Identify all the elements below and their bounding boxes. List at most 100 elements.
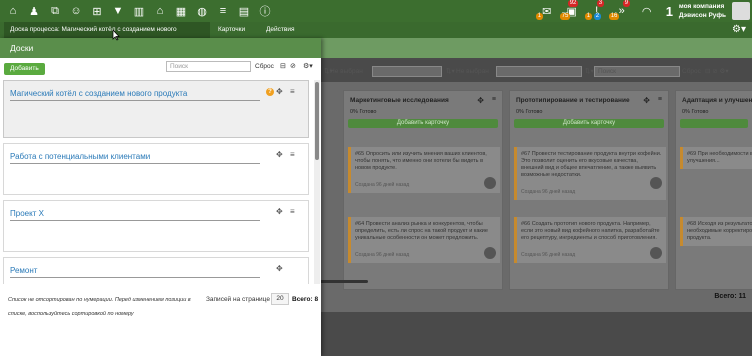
menu-icon[interactable]: ≡ [290,150,295,159]
move-icon[interactable]: ✥ [477,96,484,105]
globe-icon[interactable]: ◍ [194,3,210,19]
list-item[interactable]: Работа с потенциальными клиентами ✥ ≡ [3,143,309,195]
menu-icon[interactable]: ≡ [290,207,295,216]
card-meta: Создана 96 дней назад [355,182,410,188]
org-chart-icon[interactable]: ♟ [26,3,42,19]
card[interactable]: #68 Исходя из результатов тестирования..… [680,217,752,246]
tab-actions[interactable]: Действия [260,22,300,38]
filter-icon[interactable]: ▼ [110,3,126,19]
move-icon[interactable]: ✥ [276,207,283,216]
add-card-button[interactable] [680,119,748,128]
mail-icon[interactable]: ✉ 1 [535,3,555,20]
move-icon[interactable]: ✥ [276,150,283,159]
add-card-button[interactable]: Добавить карточку [514,119,664,128]
mouse-cursor-icon [112,30,120,41]
avatar [484,247,496,259]
home-icon[interactable]: ⌂ [5,3,21,19]
menu-icon[interactable]: ≡ [658,96,662,103]
panel-toolbar: Добавить Поиск Сброс ⊟ ⊘ ⚙▾ [0,58,321,80]
exclaim-extra-badge: 16 [608,13,620,20]
tab-board-process[interactable]: Доска процесса: Магический котёл с созда… [4,22,210,49]
bell-cap-icon[interactable]: ⌂ [152,3,168,19]
user-info[interactable]: моя компания Дэвисон Руфь [679,2,726,20]
board-title[interactable]: Ремонт [10,266,260,278]
exclamation-icon[interactable]: ! 3 1 2 [584,0,605,20]
save-icon[interactable]: ⊟ [280,61,286,72]
column-title: Адаптация и улучшение [682,97,752,104]
avatar [650,247,662,259]
card[interactable]: #65 Опросить или изучить мнения ваших кл… [348,147,500,193]
sort-note: Список не отсортирован по нумерации. Пер… [8,297,191,317]
exclaim-right-badge: 2 [593,13,602,20]
board-search-placeholder: Поиск [598,68,617,75]
top-navigation-bar: ⌂ ♟ ⧉ ☺ ⊞ ▼ ▥ ⌂ ▦ ◍ ≡ ▤ ⓘ ✉ 1 ▣ 92 75 ! … [0,0,752,22]
search-input[interactable]: Поиск [166,61,251,72]
board-toolbar-icons[interactable]: ⊟ ⊘ ⚙▾ [705,65,729,78]
board-horizontal-scrollbar[interactable] [320,280,368,283]
calendar-icon[interactable]: ▤ [236,3,252,19]
board-column: Прототипирование и тестирование ✥ ≡ 0% Г… [509,90,669,290]
avatar[interactable] [732,2,750,20]
lines-icon[interactable]: ≡ [215,3,231,19]
boards-panel: Доски Добавить Поиск Сброс ⊟ ⊘ ⚙▾ Магиче… [0,38,321,356]
list-scrollbar[interactable] [315,82,319,160]
filter-icon-2[interactable]: ⇅▾ [446,65,455,78]
chevrons-icon[interactable]: » 9 16 [608,0,631,20]
add-card-button[interactable]: Добавить карточку [348,119,498,128]
add-board-button[interactable]: Добавить [4,63,45,75]
per-page-input[interactable]: 20 [271,293,289,305]
bar-chart-icon[interactable]: ▥ [131,3,147,19]
menu-icon[interactable]: ≡ [290,87,295,96]
move-icon[interactable]: ✥ [276,264,283,273]
board-title[interactable]: Магический котёл с созданием нового прод… [10,89,260,101]
reset-button[interactable]: Сброс [255,61,274,72]
card[interactable]: #64 Провести анализ рынка и конкурентов,… [348,217,500,263]
filter-icon-3[interactable]: ⇅▾ [585,65,594,78]
filter-not-chosen-2[interactable]: Не выбран [456,65,489,78]
people-icon[interactable]: ☺ [68,3,84,19]
notification-count: 1 [665,3,673,19]
per-page-label: Записей на странице [206,296,270,303]
card[interactable]: #66 Создать прототип нового продукта. На… [514,217,666,263]
grid-icon[interactable]: ▦ [173,3,189,19]
headset-icon[interactable]: ◠ [639,3,655,19]
card-meta: Создана 96 дней назад [355,252,410,258]
move-icon[interactable]: ✥ [276,87,283,96]
card-text: #68 Исходя из результатов тестирования..… [687,221,752,241]
sitemap-icon[interactable]: ⊞ [89,3,105,19]
avatar [650,177,662,189]
exclaim-top-badge: 3 [596,0,605,7]
gear-icon[interactable]: ⚙▾ [303,61,313,72]
card-text: #69 При необходимости выполнять доработк… [687,151,752,164]
card-text: #65 Опросить или изучить мнения ваших кл… [355,151,487,171]
filter-select-2[interactable] [496,66,582,77]
info-icon[interactable]: ⓘ [257,3,273,19]
settings-gear-icon[interactable]: ⚙▾ [732,24,746,35]
board-title[interactable]: Проект X [10,209,260,221]
panel-title: Доски [0,38,321,58]
board-reset[interactable]: Сброс [682,65,701,78]
column-progress: 0% Готово [516,109,543,115]
tree-icon[interactable]: ⧉ [47,3,63,19]
card[interactable]: #67 Провести тестирование продукта внутр… [514,147,666,200]
warning-icon[interactable]: ? [266,88,274,96]
topbar-right: ✉ 1 ▣ 92 75 ! 3 1 2 » 9 16 ◠ 1 моя компа… [535,0,752,22]
card-text: #64 Провести анализ рынка и конкурентов,… [355,221,488,241]
move-icon[interactable]: ✥ [643,96,650,105]
column-progress: 0% Готово [350,109,377,115]
tasks-icon[interactable]: ▣ 92 75 [559,0,580,20]
board-title[interactable]: Работа с потенциальными клиентами [10,152,260,164]
filter-select-1[interactable] [372,66,442,77]
list-item[interactable]: Ремонт ✥ [3,257,309,284]
card-meta: Создана 96 дней назад [521,252,576,258]
menu-icon[interactable]: ≡ [492,96,496,103]
card[interactable]: #69 При необходимости выполнять доработк… [680,147,752,169]
tab-cards[interactable]: Карточки [212,22,251,38]
mail-badge: 1 [535,13,544,20]
block-icon[interactable]: ⊘ [290,61,296,72]
list-item[interactable]: Магический котёл с созданием нового прод… [3,80,309,138]
board-column: Маркетинговые исследования ✥ ≡ 0% Готово… [343,90,503,290]
list-item[interactable]: Проект X ✥ ≡ [3,200,309,252]
filter-not-chosen-1[interactable]: Не выбран [330,65,363,78]
board-list: Магический котёл с созданием нового прод… [0,80,313,284]
